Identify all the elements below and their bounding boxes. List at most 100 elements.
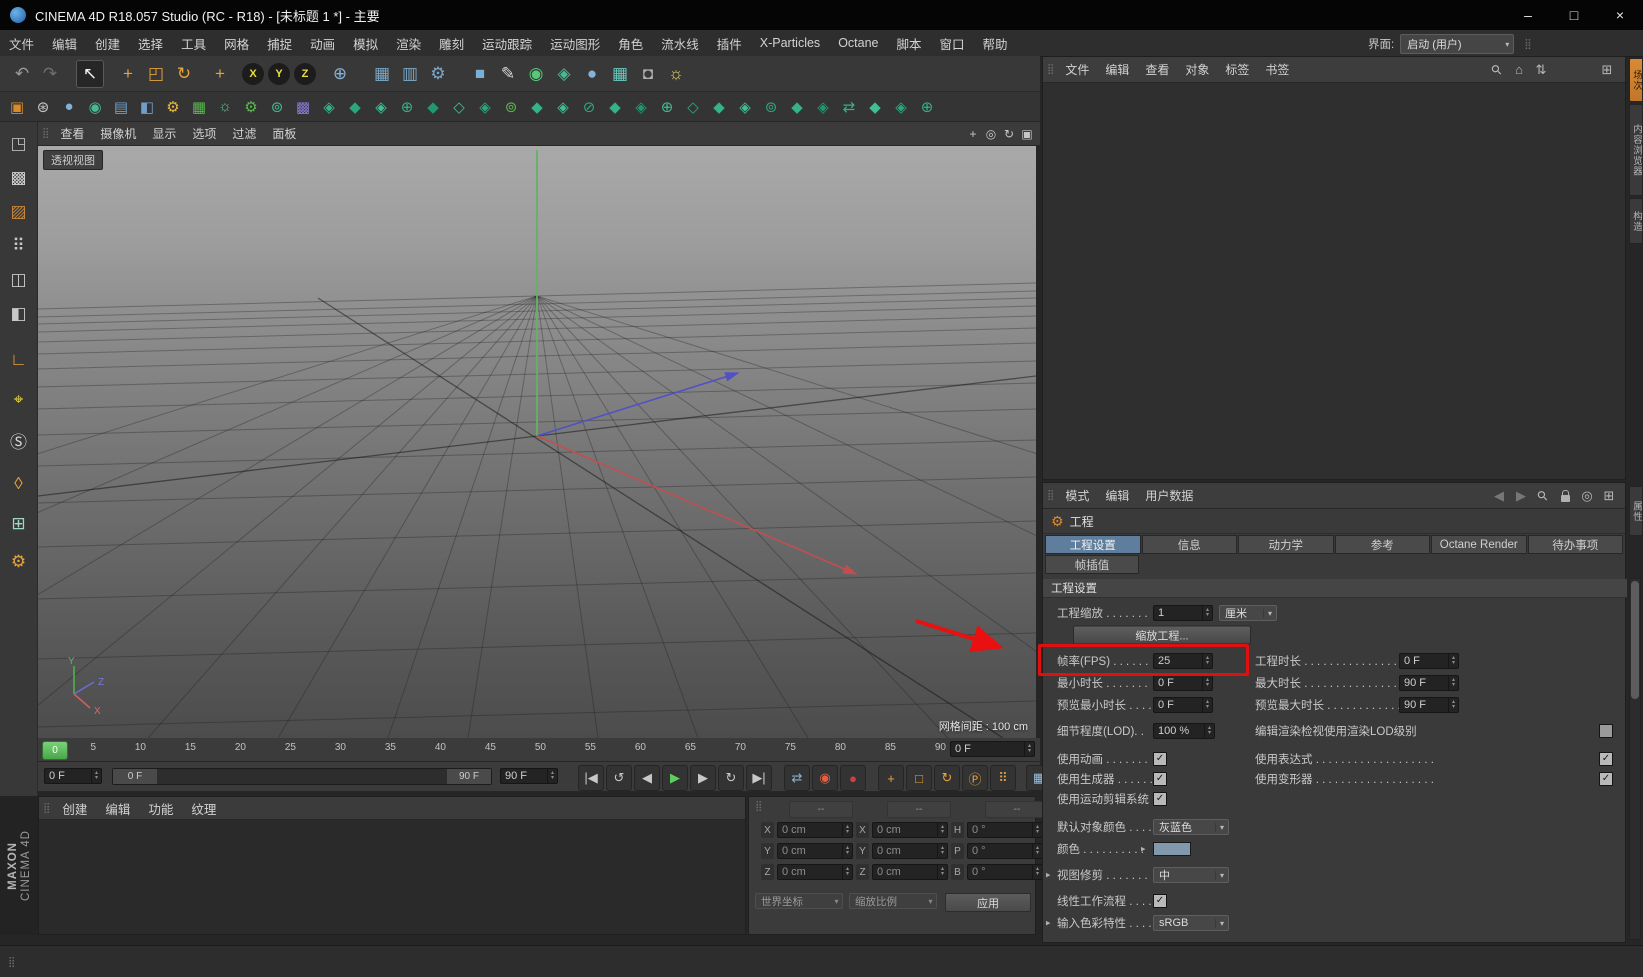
menubar-item[interactable]: 流水线	[652, 34, 708, 53]
layout-tab-content-browser[interactable]: 内容浏览器	[1629, 104, 1643, 196]
menubar-item[interactable]: X-Particles	[751, 36, 829, 50]
fps-field[interactable]: 25 ▴ ▾	[1153, 653, 1213, 669]
cube-stack-icon[interactable]: ◧	[134, 95, 160, 119]
target-icon[interactable]: ◎	[1577, 486, 1597, 506]
attribute-menu-item[interactable]: 用户数据	[1137, 487, 1201, 504]
live-selection-icon[interactable]: ↖	[76, 59, 104, 88]
lock-y-axis-icon[interactable]: Y	[268, 62, 290, 85]
menubar-item[interactable]: 雕刻	[430, 34, 473, 53]
material-menu-item[interactable]: 功能	[139, 799, 182, 818]
lock-icon[interactable]	[1555, 486, 1575, 506]
diamond-tool-icon-8[interactable]: ⊚	[498, 95, 524, 119]
drag-grip[interactable]: ⣿	[1043, 490, 1057, 501]
diamond-tool-icon-12[interactable]: ◆	[602, 95, 628, 119]
default-color-dropdown[interactable]: 灰蓝色 ▾	[1153, 819, 1229, 835]
rotation-field[interactable]: 0 ° ▴ ▾	[967, 822, 1043, 838]
object-menu-item[interactable]: 编辑	[1097, 61, 1137, 78]
menubar-item[interactable]: 动画	[301, 34, 344, 53]
lock-workplane-icon[interactable]: ⊞	[4, 510, 34, 538]
attribute-tab[interactable]: Octane Render	[1431, 535, 1527, 554]
size-field[interactable]: 0 cm ▴ ▾	[872, 864, 948, 880]
model-mode-icon[interactable]: ▩	[4, 164, 34, 192]
playhead-marker[interactable]: 0	[42, 741, 68, 760]
menubar-item[interactable]: 插件	[708, 34, 751, 53]
drag-grip[interactable]: ⣿	[1043, 64, 1057, 75]
position-field[interactable]: 0 cm ▴ ▾	[777, 864, 853, 880]
input-color-dropdown[interactable]: sRGB ▾	[1153, 915, 1229, 931]
menubar-item[interactable]: 选择	[129, 34, 172, 53]
polygons-mode-icon[interactable]: ◧	[4, 300, 34, 328]
layout-tab-structure[interactable]: 构造	[1629, 198, 1643, 244]
diamond-tool-icon-3[interactable]: ◈	[368, 95, 394, 119]
render-view-icon[interactable]: ▦	[368, 60, 396, 88]
autokey-button[interactable]: ●	[840, 765, 866, 791]
diamond-tool-icon-7[interactable]: ◈	[472, 95, 498, 119]
prev-frame-button[interactable]: ◀	[634, 765, 660, 791]
object-menu-item[interactable]: 文件	[1057, 61, 1097, 78]
history-forward-icon[interactable]: ▶	[1511, 486, 1531, 506]
last-tool-icon[interactable]: +	[206, 60, 234, 88]
menubar-item[interactable]: 编辑	[43, 34, 86, 53]
expand-icon[interactable]: ▸	[1141, 844, 1146, 855]
diamond-tool-icon-22[interactable]: ◈	[888, 95, 914, 119]
coordinate-system-dropdown[interactable]: 世界坐标 ▾	[755, 893, 843, 909]
diamond-tool-icon-10[interactable]: ◈	[550, 95, 576, 119]
atom-tool-icon[interactable]: ⊚	[264, 95, 290, 119]
diamond-tool-icon-21[interactable]: ◆	[862, 95, 888, 119]
plus-tool-icon[interactable]: ⊕	[914, 95, 940, 119]
object-menu-item[interactable]: 查看	[1137, 61, 1177, 78]
position-field[interactable]: 0 cm ▴ ▾	[777, 822, 853, 838]
orb-tool-icon[interactable]: ◉	[82, 95, 108, 119]
snap-mode-icon[interactable]: ⌖	[4, 386, 34, 414]
preview-min-field[interactable]: 0 F ▴ ▾	[1153, 697, 1213, 713]
view-label[interactable]: 透视视图	[43, 150, 103, 170]
redo-icon[interactable]: ↷	[36, 60, 64, 88]
record-scale-button[interactable]: □	[906, 765, 932, 791]
diamond-tool-icon-17[interactable]: ◈	[732, 95, 758, 119]
coordinate-header-dropdown[interactable]: --	[789, 801, 853, 818]
lod-field[interactable]: 100 % ▴ ▾	[1153, 723, 1215, 739]
zoom-view-icon[interactable]: ◎	[982, 125, 1000, 143]
pan-view-icon[interactable]: +	[964, 125, 982, 143]
use-expressions-checkbox[interactable]: ✓	[1599, 752, 1613, 766]
use-motion-checkbox[interactable]: ✓	[1153, 792, 1167, 806]
cube-primitive-icon[interactable]: ■	[466, 60, 494, 88]
viewport-menu-item[interactable]: 显示	[144, 125, 184, 142]
diamond-tool-icon-18[interactable]: ⊚	[758, 95, 784, 119]
move-tool-icon[interactable]: +	[114, 60, 142, 88]
convert-editable-icon[interactable]: ◳	[4, 130, 34, 158]
object-menu-item[interactable]: 对象	[1177, 61, 1217, 78]
lock-z-axis-icon[interactable]: Z	[294, 62, 316, 85]
render-settings-icon[interactable]: ⚙	[424, 60, 452, 88]
attribute-scrollbar[interactable]	[1629, 578, 1641, 940]
diamond-tool-icon-5[interactable]: ◆	[420, 95, 446, 119]
points-mode-icon[interactable]: ⠿	[4, 232, 34, 260]
next-frame-button[interactable]: ▶	[690, 765, 716, 791]
object-menu-item[interactable]: 书签	[1257, 61, 1297, 78]
menubar-item[interactable]: 工具	[172, 34, 215, 53]
menubar-item[interactable]: 捕捉	[258, 34, 301, 53]
menubar-item[interactable]: 渲染	[387, 34, 430, 53]
viewport-menu-item[interactable]: 选项	[184, 125, 224, 142]
diamond-tool-icon-1[interactable]: ◈	[316, 95, 342, 119]
minimize-button[interactable]: –	[1505, 0, 1551, 30]
light-icon[interactable]: ☼	[662, 60, 690, 88]
metaball-icon[interactable]: ●	[578, 60, 606, 88]
menubar-item[interactable]: 网格	[215, 34, 258, 53]
timeline-ruler[interactable]: 051015202530354045505560657075808590 0 0…	[38, 738, 1040, 762]
toggle-view-icon[interactable]: ▣	[1018, 125, 1036, 143]
linear-workflow-checkbox[interactable]: ✓	[1153, 894, 1167, 908]
sun-tool-icon[interactable]: ☼	[212, 95, 238, 119]
material-menu-item[interactable]: 编辑	[96, 799, 139, 818]
render-lod-checkbox[interactable]: ✓	[1599, 724, 1613, 738]
undo-icon[interactable]: ↶	[8, 60, 36, 88]
scale-tool-icon[interactable]: ◰	[142, 60, 170, 88]
rotation-field[interactable]: 0 ° ▴ ▾	[967, 864, 1043, 880]
record-rotation-button[interactable]: ↻	[934, 765, 960, 791]
attribute-menu-item[interactable]: 编辑	[1097, 487, 1137, 504]
attribute-tab[interactable]: 参考	[1334, 535, 1430, 554]
material-menu-item[interactable]: 创建	[53, 799, 96, 818]
viewport-menu-item[interactable]: 摄像机	[92, 125, 144, 142]
menubar-item[interactable]: 脚本	[888, 34, 931, 53]
drag-grip[interactable]: ⣿	[4, 957, 18, 968]
